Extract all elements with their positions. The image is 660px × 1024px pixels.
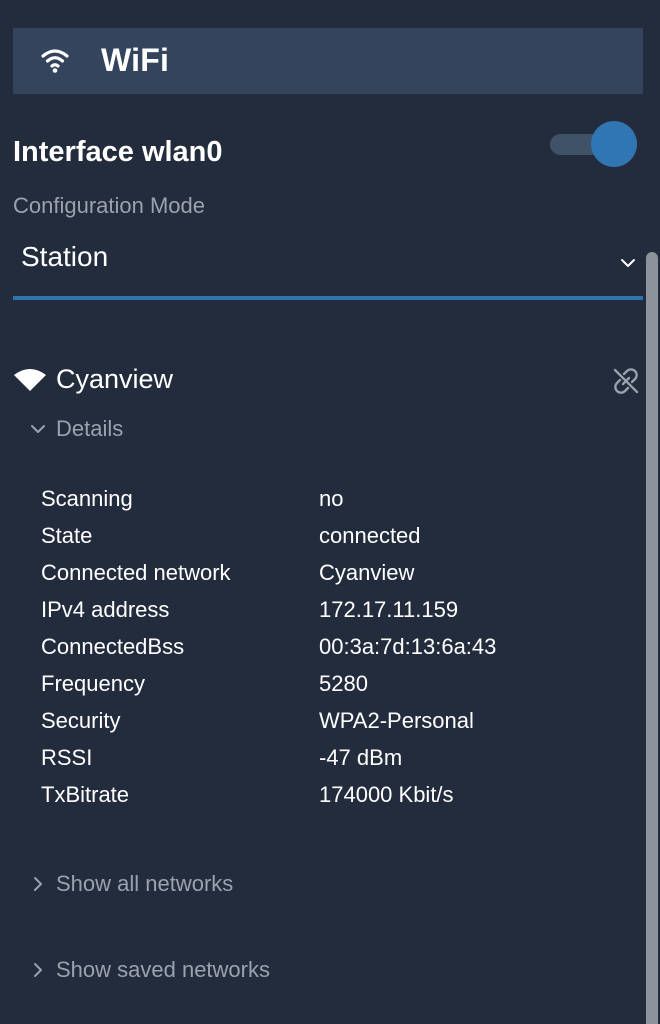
detail-row-frequency: Frequency 5280	[41, 669, 601, 706]
show-saved-networks-toggle[interactable]: Show saved networks	[30, 957, 270, 983]
detail-key: Frequency	[41, 671, 145, 696]
interface-toggle[interactable]	[550, 121, 638, 167]
detail-row-connected-network: Connected network Cyanview	[41, 558, 601, 595]
wifi-signal-icon	[14, 369, 46, 391]
detail-value: -47 dBm	[319, 745, 403, 770]
detail-key: Connected network	[41, 560, 231, 585]
wifi-panel: WiFi Interface wlan0 Configuration Mode …	[0, 0, 660, 1024]
detail-value: 5280	[319, 671, 368, 696]
detail-row-scanning: Scanning no	[41, 484, 601, 521]
detail-key: IPv4 address	[41, 597, 170, 622]
detail-key: ConnectedBss	[41, 634, 185, 659]
detail-value: WPA2-Personal	[319, 708, 474, 733]
detail-row-security: Security WPA2-Personal	[41, 706, 601, 743]
configuration-mode-select[interactable]: Station	[13, 230, 643, 300]
detail-row-state: State connected	[41, 521, 601, 558]
wifi-header: WiFi	[13, 28, 643, 94]
detail-value: 172.17.11.159	[319, 597, 459, 622]
interface-title: Interface wlan0	[13, 136, 223, 168]
show-all-networks-toggle[interactable]: Show all networks	[30, 871, 233, 897]
detail-value: Cyanview	[319, 560, 415, 585]
chevron-right-icon	[34, 963, 42, 977]
configuration-mode-label: Configuration Mode	[13, 193, 206, 218]
detail-value: 00:3a:7d:13:6a:43	[319, 634, 497, 659]
details-label: Details	[56, 416, 124, 441]
detail-value: 174000 Kbit/s	[319, 782, 454, 807]
chevron-down-icon	[31, 425, 45, 433]
detail-key: TxBitrate	[41, 782, 130, 807]
network-name: Cyanview	[56, 364, 174, 394]
connected-network-row: Cyanview	[13, 360, 643, 402]
detail-row-rssi: RSSI -47 dBm	[41, 743, 601, 780]
detail-row-tx-bitrate: TxBitrate 174000 Kbit/s	[41, 780, 601, 817]
show-all-networks-label: Show all networks	[56, 871, 234, 896]
configuration-mode-value: Station	[21, 241, 109, 272]
chevron-down-icon	[621, 259, 635, 267]
detail-key: Scanning	[41, 486, 133, 511]
detail-key: Security	[41, 708, 121, 733]
details-toggle[interactable]: Details	[30, 416, 123, 442]
detail-row-connected-bss: ConnectedBss 00:3a:7d:13:6a:43	[41, 632, 601, 669]
disconnect-link-icon[interactable]	[611, 366, 641, 396]
page-title: WiFi	[101, 42, 170, 78]
toggle-knob	[591, 121, 637, 167]
detail-key: State	[41, 523, 93, 548]
detail-row-ipv4-address: IPv4 address 172.17.11.159	[41, 595, 601, 632]
detail-value: connected	[319, 523, 421, 548]
chevron-right-icon	[34, 877, 42, 891]
wifi-icon	[41, 49, 69, 73]
network-details: Scanning no State connected Connected ne…	[41, 484, 601, 817]
scrollbar[interactable]	[646, 252, 658, 1024]
detail-value: no	[319, 486, 344, 511]
show-saved-networks-label: Show saved networks	[56, 957, 270, 982]
detail-key: RSSI	[41, 745, 93, 770]
